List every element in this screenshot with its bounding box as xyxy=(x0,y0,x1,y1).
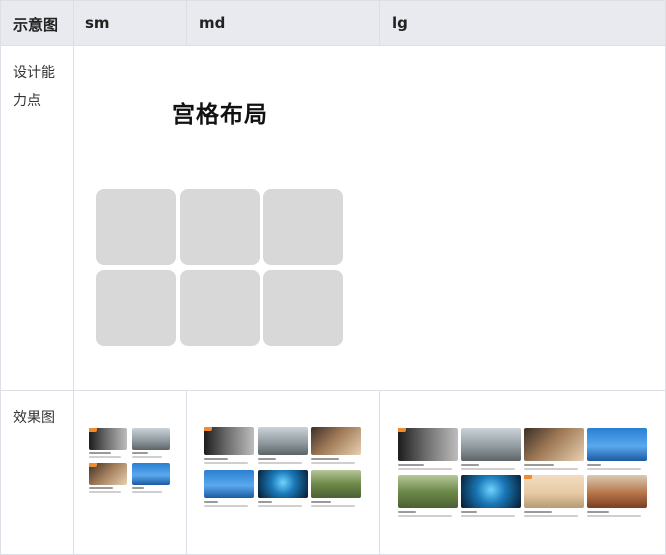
grid-placeholder xyxy=(180,270,260,346)
preview-card xyxy=(89,428,127,458)
badge xyxy=(398,428,406,432)
caption-line xyxy=(132,452,148,454)
caption-line xyxy=(524,468,578,470)
grid-placeholder xyxy=(96,189,176,265)
header-cell-md: md xyxy=(187,0,380,46)
row-label-cell-design: 设计能力点 xyxy=(0,46,74,391)
preview-card xyxy=(204,427,254,464)
caption-line xyxy=(311,505,355,507)
caption-line xyxy=(89,456,121,458)
grid-placeholder xyxy=(180,189,260,265)
layout-comparison-table: 示意图 sm md lg 设计能力点 宫格布局 效果图 xyxy=(0,0,666,555)
thumbnail-image xyxy=(204,427,254,455)
thumbnail-image xyxy=(398,475,458,508)
caption-line xyxy=(89,491,121,493)
thumbnail-image xyxy=(587,475,647,508)
caption-line xyxy=(89,452,111,454)
preview-card xyxy=(258,427,308,464)
preview-card xyxy=(587,475,647,517)
thumbnail-image xyxy=(524,475,584,508)
caption-line xyxy=(132,456,162,458)
preview-card xyxy=(461,428,521,470)
badge xyxy=(89,463,97,467)
thumbnail-image xyxy=(587,428,647,461)
preview-card xyxy=(461,475,521,517)
grid-layout-title: 宫格布局 xyxy=(172,102,268,128)
caption-line xyxy=(587,468,641,470)
grid-placeholder xyxy=(263,189,343,265)
caption-line xyxy=(587,464,601,466)
badge xyxy=(204,427,212,431)
preview-card xyxy=(398,428,458,470)
badge xyxy=(89,428,97,432)
diagram-cell: 宫格布局 xyxy=(74,46,666,391)
sm-preview-cell xyxy=(74,391,187,555)
caption-line xyxy=(311,462,355,464)
thumbnail-image xyxy=(524,428,584,461)
caption-line xyxy=(587,515,641,517)
caption-line xyxy=(132,487,144,489)
preview-card xyxy=(311,470,361,507)
grid-placeholder xyxy=(96,270,176,346)
caption-line xyxy=(461,468,515,470)
caption-line xyxy=(524,515,578,517)
thumbnail-image xyxy=(461,428,521,461)
thumbnail-image xyxy=(258,470,308,498)
header-cell-sm: sm xyxy=(74,0,187,46)
preview-card xyxy=(311,427,361,464)
caption-line xyxy=(461,464,479,466)
caption-line xyxy=(398,511,416,513)
caption-line xyxy=(524,511,552,513)
grid-placeholder xyxy=(263,270,343,346)
caption-line xyxy=(258,501,272,503)
header-label-lg: lg xyxy=(392,14,408,32)
caption-line xyxy=(89,487,113,489)
row-label-cell-effect: 效果图 xyxy=(0,391,74,555)
preview-card xyxy=(89,463,127,493)
caption-line xyxy=(311,458,339,460)
caption-line xyxy=(398,515,452,517)
caption-line xyxy=(311,501,331,503)
caption-line xyxy=(258,462,302,464)
caption-line xyxy=(587,511,609,513)
caption-line xyxy=(524,464,554,466)
thumbnail-image xyxy=(258,427,308,455)
caption-line xyxy=(461,511,477,513)
row-label-effect: 效果图 xyxy=(13,410,55,426)
preview-card xyxy=(398,475,458,517)
preview-card xyxy=(524,475,584,517)
caption-line xyxy=(204,501,218,503)
thumbnail-image xyxy=(311,470,361,498)
caption-line xyxy=(204,505,248,507)
header-label-diagram: 示意图 xyxy=(13,16,59,34)
thumbnail-image xyxy=(398,428,458,461)
caption-line xyxy=(204,462,248,464)
caption-line xyxy=(258,458,276,460)
caption-line xyxy=(132,491,162,493)
preview-card xyxy=(132,428,170,458)
caption-line xyxy=(398,468,452,470)
header-label-md: md xyxy=(199,14,226,32)
row-label-design: 设计能力点 xyxy=(13,65,55,109)
preview-card xyxy=(587,428,647,470)
caption-line xyxy=(204,458,228,460)
header-cell-diagram: 示意图 xyxy=(0,0,74,46)
thumbnail-image xyxy=(204,470,254,498)
caption-line xyxy=(398,464,424,466)
badge xyxy=(524,475,532,479)
lg-preview-cell xyxy=(380,391,666,555)
preview-card xyxy=(524,428,584,470)
thumbnail-image xyxy=(461,475,521,508)
caption-line xyxy=(461,515,515,517)
thumbnail-image xyxy=(132,428,170,450)
header-label-sm: sm xyxy=(85,14,110,32)
preview-card xyxy=(204,470,254,507)
preview-card xyxy=(132,463,170,493)
preview-card xyxy=(258,470,308,507)
thumbnail-image xyxy=(132,463,170,485)
caption-line xyxy=(258,505,302,507)
header-cell-lg: lg xyxy=(380,0,666,46)
thumbnail-image xyxy=(311,427,361,455)
md-preview-cell xyxy=(187,391,380,555)
